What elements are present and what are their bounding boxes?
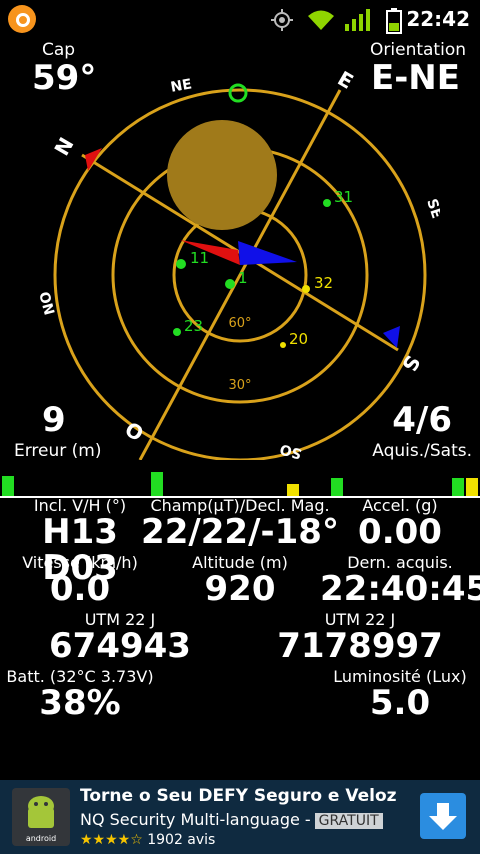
satellite-label: 23 bbox=[184, 317, 203, 335]
needle-north-half bbox=[180, 240, 240, 265]
satellite-dot bbox=[302, 285, 310, 293]
ad-free-badge: GRATUIT bbox=[314, 813, 383, 829]
signal-strength-bars bbox=[0, 468, 480, 498]
north-marker-icon bbox=[85, 148, 102, 171]
android-logo-icon: android bbox=[12, 788, 70, 846]
direction-label: S bbox=[397, 351, 425, 375]
magnetic-field-value: 22/22/-18° bbox=[141, 512, 339, 552]
elevation-ring-label: 30° bbox=[228, 378, 251, 393]
status-bar: 22:42 bbox=[0, 0, 480, 38]
elevation-ring-label: 60° bbox=[228, 316, 251, 331]
ad-banner[interactable]: android Torne o Seu DEFY Seguro e Veloz … bbox=[0, 780, 480, 854]
direction-label: N bbox=[49, 133, 78, 160]
needle-south-half bbox=[238, 241, 297, 265]
magnetic-field-stat: Champ(µT)/Decl. Mag. 22/22/-18° bbox=[140, 496, 340, 551]
download-arrow-icon bbox=[429, 803, 457, 830]
battery-icon bbox=[386, 8, 402, 34]
compass-sky-view[interactable]: NE E SE S SO O NO N 60° 30° 31 11 1 23 3… bbox=[40, 40, 440, 460]
ad-subtitle: NQ Security Multi-language - GRATUIT bbox=[80, 810, 383, 829]
utm-northing-stat: UTM 22 J 7178997 bbox=[270, 610, 450, 665]
satellite-label: 20 bbox=[289, 330, 308, 348]
acceleration-value: 0.00 bbox=[358, 512, 442, 552]
signal-icon bbox=[345, 9, 370, 31]
signal-bar bbox=[452, 478, 464, 496]
app-notification-icon bbox=[8, 5, 36, 33]
satellite-label: 11 bbox=[190, 249, 209, 267]
status-clock: 22:42 bbox=[406, 7, 470, 31]
battery-value: 38% bbox=[39, 683, 121, 723]
last-fix-value: 22:40:45 bbox=[320, 569, 480, 609]
error-label: Erreur (m) bbox=[14, 441, 102, 461]
speed-value: 0.0 bbox=[49, 569, 111, 609]
ad-app-name: NQ Security Multi-language - bbox=[80, 810, 311, 829]
satellite-label: 31 bbox=[334, 188, 353, 206]
luminosity-stat: Luminosité (Lux) 5.0 bbox=[320, 667, 480, 722]
sun-disc bbox=[167, 120, 277, 230]
luminosity-value: 5.0 bbox=[369, 683, 431, 723]
satellite-label: 1 bbox=[238, 269, 248, 287]
direction-label: NE bbox=[169, 76, 193, 95]
error-value: 9 bbox=[42, 400, 66, 440]
altitude-stat: Altitude (m) 920 bbox=[160, 553, 320, 608]
battery-stat: Batt. (32°C 3.73V) 38% bbox=[0, 667, 160, 722]
signal-bar bbox=[331, 478, 343, 496]
acceleration-stat: Accel. (g) 0.00 bbox=[330, 496, 470, 551]
speed-stat: Vitesse (km/h) 0.0 bbox=[0, 553, 160, 608]
ad-title: Torne o Seu DEFY Seguro e Veloz bbox=[80, 786, 397, 806]
satellite-label: 32 bbox=[314, 274, 333, 292]
utm-easting-stat: UTM 22 J 674943 bbox=[40, 610, 200, 665]
target-circle-icon bbox=[228, 83, 248, 103]
satellite-dot bbox=[225, 279, 235, 289]
ad-rating: ★★★★☆ 1902 avis bbox=[80, 832, 215, 848]
signal-bar bbox=[151, 472, 163, 496]
utm-northing-value: 7178997 bbox=[277, 626, 443, 666]
satellite-dot bbox=[176, 259, 186, 269]
altitude-value: 920 bbox=[204, 569, 276, 609]
satellites-label: Aquis./Sats. bbox=[372, 441, 472, 461]
satellite-dot bbox=[280, 342, 286, 348]
satellite-dot bbox=[173, 328, 181, 336]
satellite-dot bbox=[323, 199, 331, 207]
direction-label: SO bbox=[278, 440, 303, 460]
satellites-value: 4/6 bbox=[392, 400, 452, 440]
signal-bar bbox=[466, 478, 478, 496]
signal-bar bbox=[287, 484, 299, 496]
download-button[interactable] bbox=[420, 793, 466, 839]
utm-easting-value: 674943 bbox=[49, 626, 191, 666]
rating-stars-icon: ★★★★☆ bbox=[80, 832, 143, 848]
signal-bar bbox=[2, 476, 14, 496]
wifi-icon bbox=[308, 10, 334, 30]
last-fix-stat: Dern. acquis. 22:40:45 bbox=[320, 553, 480, 608]
ad-review-count: 1902 avis bbox=[147, 832, 216, 848]
direction-label: SE bbox=[423, 197, 440, 221]
android-logo-text: android bbox=[26, 834, 56, 843]
direction-label: E bbox=[334, 66, 358, 94]
gps-icon bbox=[271, 9, 293, 31]
